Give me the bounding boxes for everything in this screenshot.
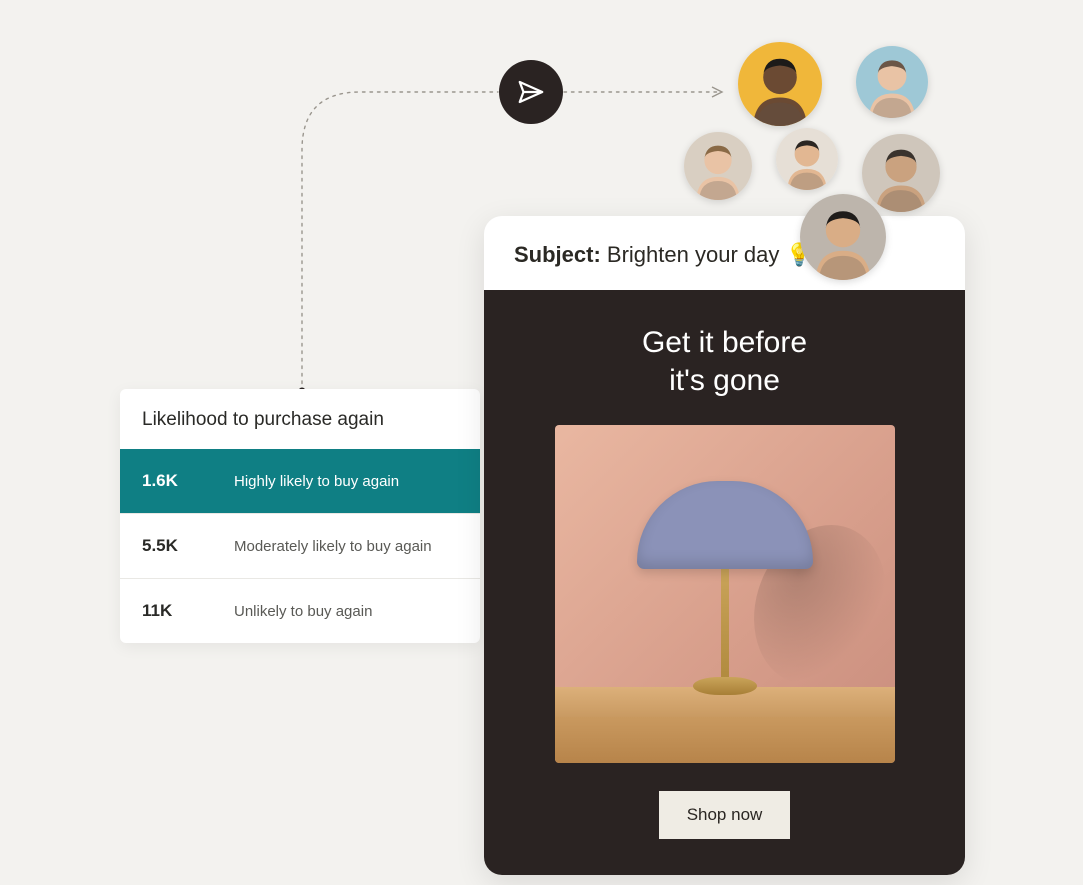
segment-label: Unlikely to buy again xyxy=(234,603,372,620)
shop-now-button[interactable]: Shop now xyxy=(659,791,791,839)
avatar-6 xyxy=(800,194,886,280)
avatar-2 xyxy=(856,46,928,118)
segment-card: Likelihood to purchase again 1.6K Highly… xyxy=(120,389,480,643)
email-preview-card: Subject: Brighten your day 💡 Get it befo… xyxy=(484,216,965,875)
subject-label: Subject: xyxy=(514,242,601,267)
segment-count: 1.6K xyxy=(142,471,234,491)
segment-count: 11K xyxy=(142,601,234,621)
segment-row-moderately-likely[interactable]: 5.5K Moderately likely to buy again xyxy=(120,513,480,578)
email-headline: Get it before it's gone xyxy=(514,324,935,399)
email-body: Get it before it's gone Shop now xyxy=(484,290,965,875)
product-image xyxy=(555,425,895,763)
subject-text: Brighten your day 💡 xyxy=(607,242,813,267)
segment-count: 5.5K xyxy=(142,536,234,556)
email-subject-bar: Subject: Brighten your day 💡 xyxy=(484,216,965,290)
segment-label: Highly likely to buy again xyxy=(234,473,399,490)
avatar-5 xyxy=(862,134,940,212)
avatar-4 xyxy=(776,128,838,190)
send-icon xyxy=(499,60,563,124)
segment-label: Moderately likely to buy again xyxy=(234,538,432,555)
headline-line-2: it's gone xyxy=(669,364,780,397)
avatar-3 xyxy=(684,132,752,200)
segment-row-highly-likely[interactable]: 1.6K Highly likely to buy again xyxy=(120,449,480,513)
segment-row-unlikely[interactable]: 11K Unlikely to buy again xyxy=(120,578,480,643)
headline-line-1: Get it before xyxy=(642,326,807,359)
avatar-1 xyxy=(738,42,822,126)
segment-title: Likelihood to purchase again xyxy=(120,389,480,449)
